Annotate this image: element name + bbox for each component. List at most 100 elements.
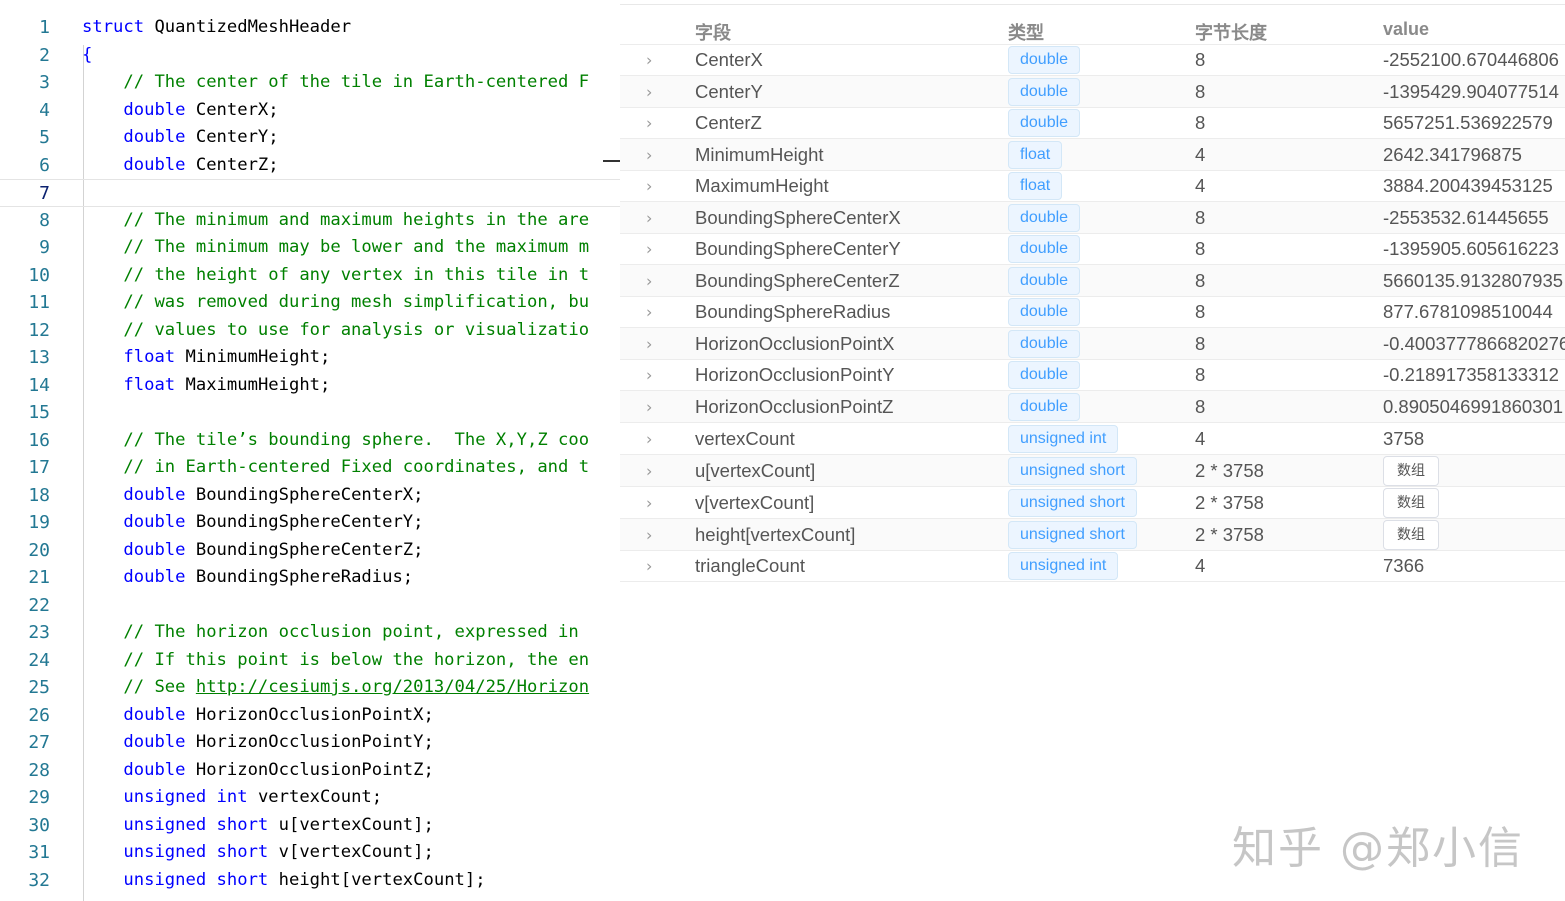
code-editor[interactable]: 1 struct QuantizedMeshHeader 2{3 // The ce… <box>0 0 620 901</box>
expand-chevron-icon[interactable]: › <box>646 303 652 322</box>
table-row[interactable]: › CenterZ double 8 5657251.536922579 <box>620 108 1565 139</box>
expand-chevron-icon[interactable]: › <box>646 145 652 164</box>
code-line[interactable]: 17 // in Earth-centered Fixed coordinate… <box>0 454 620 482</box>
table-row[interactable]: › BoundingSphereCenterY double 8 -1395905.60… <box>620 234 1565 265</box>
table-row[interactable]: › HorizonOcclusionPointX double 8 -0.4003777… <box>620 328 1565 360</box>
expand-chevron-icon[interactable]: › <box>646 334 652 353</box>
table-row[interactable]: › height[vertexCount] unsigned short 2 * 37… <box>620 519 1565 551</box>
line-number: 26 <box>28 704 50 726</box>
code-keyword: float <box>123 374 176 395</box>
field-name: BoundingSphereCenterY <box>695 238 901 259</box>
code-comment: // The minimum and maximum heights in th… <box>123 209 590 230</box>
code-token: HorizonOcclusionPointZ; <box>185 759 434 780</box>
code-line[interactable]: 24 // If this point is below the horizon… <box>0 647 620 675</box>
expand-chevron-icon[interactable]: › <box>646 271 652 290</box>
code-text: unsigned short v[vertexCount]; <box>82 842 433 862</box>
code-line[interactable]: 9 // The minimum may be lower and the ma… <box>0 234 620 262</box>
table-row[interactable]: › vertexCount unsigned int 4 3758 <box>620 423 1565 455</box>
code-line[interactable]: 16 // The tile’s bounding sphere. The X,… <box>0 427 620 455</box>
field-name: height[vertexCount] <box>695 523 856 545</box>
code-line[interactable]: 6 double CenterZ; <box>0 152 620 180</box>
code-line[interactable]: 4 double CenterX; <box>0 97 620 125</box>
expand-chevron-icon[interactable]: › <box>646 429 652 448</box>
expand-chevron-icon[interactable]: › <box>646 82 652 101</box>
expand-chevron-icon[interactable]: › <box>646 51 652 70</box>
code-line[interactable]: 26 double HorizonOcclusionPointX; <box>0 702 620 730</box>
expand-chevron-icon[interactable]: › <box>646 114 652 133</box>
table-row[interactable]: › BoundingSphereCenterX double 8 -2553532.61… <box>620 202 1565 234</box>
code-line[interactable]: 30 unsigned short u[vertexCount]; <box>0 812 620 840</box>
code-text: // See http://cesiumjs.org/2013/04/25/Ho… <box>82 677 589 697</box>
code-line[interactable]: 29 unsigned int vertexCount; <box>0 784 620 812</box>
array-button[interactable]: 数组 <box>1383 455 1439 486</box>
code-text: double HorizonOcclusionPointX; <box>82 705 433 725</box>
table-row[interactable]: › triangleCount unsigned int 4 7366 <box>620 551 1565 582</box>
code-line[interactable]: 15 <box>0 399 620 427</box>
code-line[interactable]: 13 float MinimumHeight; <box>0 344 620 372</box>
code-line[interactable]: 1 struct QuantizedMeshHeader <box>0 14 620 42</box>
code-line[interactable]: 11 // was removed during mesh simplifica… <box>0 289 620 317</box>
expand-chevron-icon[interactable]: › <box>646 493 652 512</box>
code-text: float MinimumHeight; <box>82 347 330 367</box>
code-line[interactable]: 31 unsigned short v[vertexCount]; <box>0 839 620 867</box>
code-line[interactable]: 10 // the height of any vertex in this t… <box>0 262 620 290</box>
line-number: 20 <box>28 539 50 561</box>
table-row[interactable]: › CenterX double 8 -2552100.670446806 <box>620 45 1565 76</box>
code-token: MinimumHeight; <box>175 347 331 367</box>
array-button[interactable]: 数组 <box>1383 519 1439 550</box>
field-name: CenterZ <box>695 112 762 133</box>
code-line[interactable]: 3 // The center of the tile in Earth-cen… <box>0 69 620 97</box>
code-line[interactable]: 7 <box>0 179 620 207</box>
code-line[interactable]: 18 double BoundingSphereCenterX; <box>0 482 620 510</box>
code-line[interactable]: 8 // The minimum and maximum heights in … <box>0 207 620 235</box>
code-line[interactable]: 5 double CenterY; <box>0 124 620 152</box>
table-row[interactable]: › BoundingSphereCenterZ double 8 5660135.913… <box>620 265 1565 297</box>
code-link[interactable]: http://cesiumjs.org/2013/04/25/Horizon <box>196 677 589 697</box>
expand-chevron-icon[interactable]: › <box>646 397 652 416</box>
table-row[interactable]: › HorizonOcclusionPointY double 8 -0.2189173… <box>620 360 1565 391</box>
field-name: HorizonOcclusionPointX <box>695 332 895 354</box>
table-row[interactable]: › CenterY double 8 -1395429.904077514 <box>620 76 1565 108</box>
line-number: 1 <box>39 17 50 38</box>
expand-chevron-icon[interactable]: › <box>646 461 652 480</box>
code-line[interactable]: 14 float MaximumHeight; <box>0 372 620 400</box>
table-row[interactable]: › u[vertexCount] unsigned short 2 * 3758 数组 <box>620 455 1565 487</box>
table-row[interactable]: › HorizonOcclusionPointZ double 8 0.89050469… <box>620 391 1565 423</box>
line-number: 7 <box>39 183 50 204</box>
array-button[interactable]: 数组 <box>1383 487 1439 518</box>
code-line[interactable]: 19 double BoundingSphereCenterY; <box>0 509 620 537</box>
code-line[interactable]: 25 // See http://cesiumjs.org/2013/04/25… <box>0 674 620 702</box>
code-line[interactable]: 27 double HorizonOcclusionPointY; <box>0 729 620 757</box>
code-line[interactable]: 21 double BoundingSphereRadius; <box>0 564 620 592</box>
expand-chevron-icon[interactable]: › <box>646 525 652 544</box>
expand-chevron-icon[interactable]: › <box>646 208 652 227</box>
code-text: double BoundingSphereCenterY; <box>82 512 423 532</box>
code-line[interactable]: 20 double BoundingSphereCenterZ; <box>0 537 620 565</box>
code-line[interactable]: 12 // values to use for analysis or visu… <box>0 317 620 345</box>
code-line[interactable]: 2{ <box>0 42 620 70</box>
expand-chevron-icon[interactable]: › <box>646 240 652 259</box>
code-keyword: double <box>123 567 186 587</box>
table-row[interactable]: › MaximumHeight float 4 3884.200439453125 <box>620 171 1565 202</box>
code-line[interactable]: 23 // The horizon occlusion point, expre… <box>0 619 620 647</box>
expand-chevron-icon[interactable]: › <box>646 557 652 576</box>
byte-length: 8 <box>1195 238 1206 259</box>
expand-chevron-icon[interactable]: › <box>646 177 652 196</box>
type-tag: float <box>1008 140 1063 169</box>
code-line[interactable]: 32 unsigned short height[vertexCount]; <box>0 867 620 895</box>
table-row[interactable]: › v[vertexCount] unsigned short 2 * 3758 数组 <box>620 487 1565 519</box>
code-line[interactable]: 28 double HorizonOcclusionPointZ; <box>0 757 620 785</box>
expand-chevron-icon[interactable]: › <box>646 366 652 385</box>
table-row[interactable]: › BoundingSphereRadius double 8 877.67810985… <box>620 297 1565 328</box>
code-line[interactable]: 22 <box>0 592 620 620</box>
table-row[interactable]: › MinimumHeight float 4 2642.341796875 <box>620 139 1565 171</box>
type-tag: double <box>1008 298 1081 326</box>
